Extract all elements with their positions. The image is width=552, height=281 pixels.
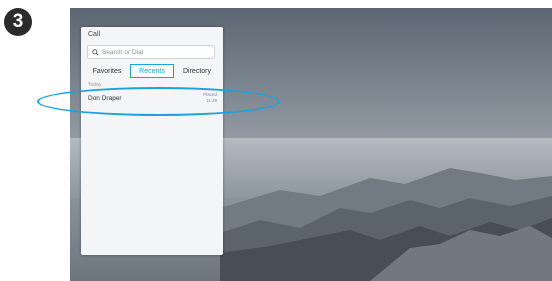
highlight-ellipse [37,87,280,116]
tab-directory[interactable]: Directory [175,64,219,78]
search-placeholder: Search or Dial [102,48,144,56]
step-number-badge: 3 [4,8,32,36]
tab-bar: Favorites Recents Directory [85,64,219,78]
group-label-today: Today [88,82,102,88]
call-panel: Call Search or Dial Favorites Recents Di… [81,27,223,255]
search-field[interactable]: Search or Dial [87,45,215,59]
panel-title: Call [88,31,101,38]
search-icon [92,48,99,56]
device-screen: Call Search or Dial Favorites Recents Di… [70,8,552,281]
step-number: 3 [12,11,24,32]
tab-recents[interactable]: Recents [130,64,174,78]
tab-favorites[interactable]: Favorites [85,64,129,78]
